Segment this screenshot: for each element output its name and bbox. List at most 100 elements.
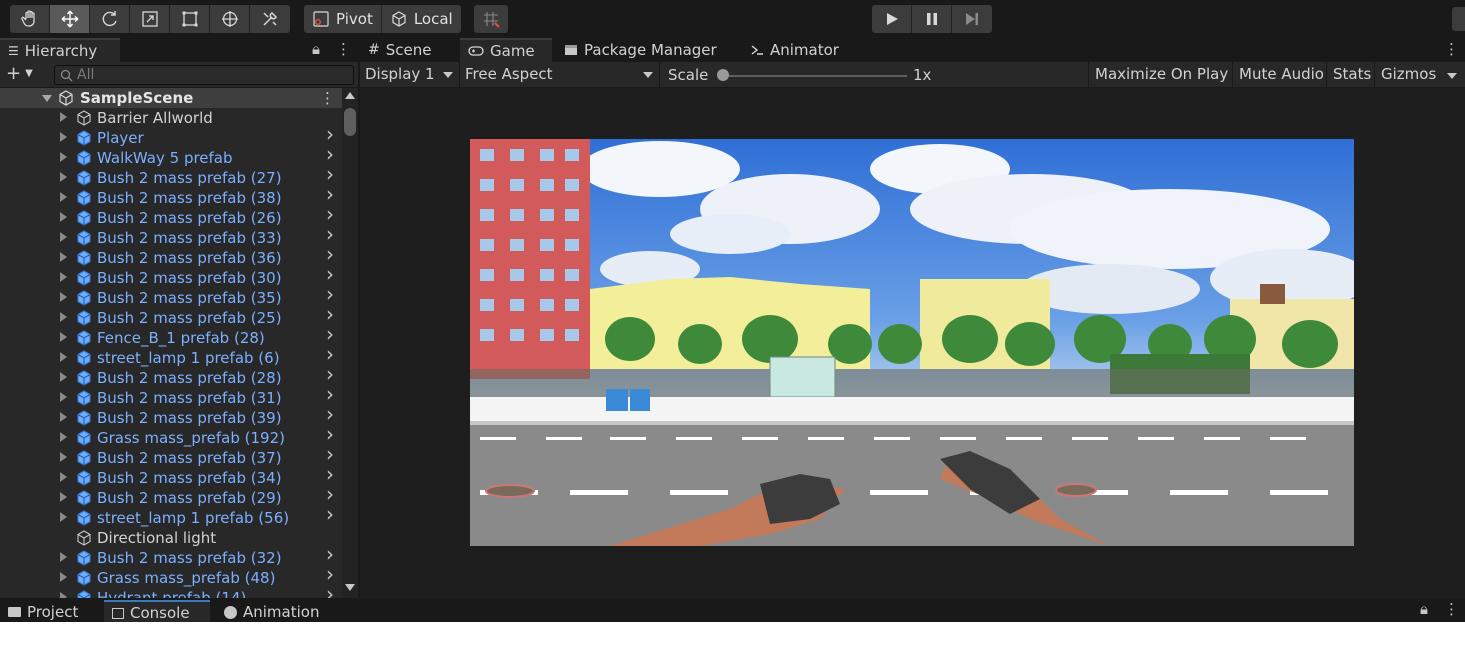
scale-tool-button[interactable] <box>130 5 170 33</box>
hierarchy-row[interactable]: Bush 2 mass prefab (33) › <box>0 224 342 248</box>
expand-arrow-icon[interactable] <box>60 292 67 302</box>
expand-arrow-icon[interactable] <box>60 352 67 362</box>
scale-slider-track[interactable] <box>722 75 907 77</box>
scene-root-row[interactable]: SampleScene ⋮ <box>0 88 342 108</box>
expand-arrow-icon[interactable] <box>60 572 67 582</box>
step-button[interactable] <box>952 5 992 33</box>
expand-arrow-icon[interactable] <box>42 95 52 102</box>
stats-toggle[interactable]: Stats <box>1326 62 1377 88</box>
game-viewport[interactable] <box>360 88 1465 598</box>
expand-arrow-icon[interactable] <box>60 452 67 462</box>
chevron-right-icon[interactable]: › <box>326 324 334 344</box>
hierarchy-row[interactable]: Grass mass_prefab (192) › <box>0 424 342 448</box>
chevron-right-icon[interactable]: › <box>326 184 334 204</box>
hierarchy-row[interactable]: Bush 2 mass prefab (35) › <box>0 284 342 308</box>
chevron-right-icon[interactable]: › <box>326 544 334 564</box>
tab-animation[interactable]: Animation <box>216 600 327 622</box>
hierarchy-row[interactable]: Bush 2 mass prefab (28) › <box>0 364 342 388</box>
expand-arrow-icon[interactable] <box>60 472 67 482</box>
move-tool-button[interactable] <box>50 5 90 33</box>
chevron-right-icon[interactable]: › <box>326 144 334 164</box>
pause-button[interactable] <box>912 5 952 33</box>
tab-hierarchy[interactable]: ☰ Hierarchy <box>0 38 120 62</box>
chevron-right-icon[interactable]: › <box>326 344 334 364</box>
expand-arrow-icon[interactable] <box>60 212 67 222</box>
rect-tool-button[interactable] <box>170 5 210 33</box>
expand-arrow-icon[interactable] <box>60 412 67 422</box>
hierarchy-row[interactable]: Bush 2 mass prefab (36) › <box>0 244 342 268</box>
hierarchy-row[interactable]: Bush 2 mass prefab (29) › <box>0 484 342 508</box>
hierarchy-row[interactable]: Fence_B_1 prefab (28) › <box>0 324 342 348</box>
chevron-right-icon[interactable]: › <box>326 384 334 404</box>
expand-arrow-icon[interactable] <box>60 332 67 342</box>
tab-console[interactable]: Console <box>104 600 210 622</box>
chevron-right-icon[interactable]: › <box>326 484 334 504</box>
chevron-right-icon[interactable]: › <box>326 464 334 484</box>
aspect-dropdown[interactable]: Free Aspect <box>460 62 660 88</box>
hierarchy-row[interactable]: WalkWay 5 prefab › <box>0 144 342 168</box>
mute-audio-toggle[interactable]: Mute Audio <box>1232 62 1330 88</box>
lock-icon[interactable]: 🔒︎ <box>1420 600 1428 618</box>
play-button[interactable] <box>872 5 912 33</box>
hierarchy-row[interactable]: Bush 2 mass prefab (37) › <box>0 444 342 468</box>
chevron-right-icon[interactable]: › <box>326 584 334 598</box>
hierarchy-row[interactable]: Bush 2 mass prefab (32) › <box>0 544 342 568</box>
hierarchy-row[interactable]: Bush 2 mass prefab (31) › <box>0 384 342 408</box>
custom-tool-button[interactable] <box>250 5 290 33</box>
hierarchy-row[interactable]: Directional light <box>0 528 342 548</box>
scroll-down-arrow-icon[interactable] <box>345 584 355 591</box>
chevron-right-icon[interactable]: › <box>326 244 334 264</box>
hierarchy-row[interactable]: street_lamp 1 prefab (56) › <box>0 504 342 528</box>
hierarchy-row[interactable]: Bush 2 mass prefab (30) › <box>0 264 342 288</box>
chevron-down-icon[interactable] <box>1447 73 1457 79</box>
hierarchy-row[interactable]: street_lamp 1 prefab (6) › <box>0 344 342 368</box>
rotate-tool-button[interactable] <box>90 5 130 33</box>
hierarchy-search-input[interactable]: All <box>54 65 354 85</box>
hierarchy-row[interactable]: Bush 2 mass prefab (39) › <box>0 404 342 428</box>
kebab-menu-icon[interactable]: ⋮ <box>1444 600 1459 618</box>
scale-slider-knob[interactable] <box>717 69 729 81</box>
chevron-right-icon[interactable]: › <box>326 264 334 284</box>
lock-icon[interactable]: 🔒︎ <box>312 40 320 58</box>
chevron-right-icon[interactable]: › <box>326 564 334 584</box>
chevron-right-icon[interactable]: › <box>326 124 334 144</box>
hierarchy-row[interactable]: Bush 2 mass prefab (38) › <box>0 184 342 208</box>
scroll-up-arrow-icon[interactable] <box>345 92 355 99</box>
hierarchy-row[interactable]: Bush 2 mass prefab (26) › <box>0 204 342 228</box>
expand-arrow-icon[interactable] <box>60 232 67 242</box>
transform-tool-button[interactable] <box>210 5 250 33</box>
tab-game[interactable]: Game <box>460 38 552 62</box>
hierarchy-row[interactable]: Grass mass_prefab (48) › <box>0 564 342 588</box>
expand-arrow-icon[interactable] <box>60 432 67 442</box>
grid-snapping-button[interactable] <box>474 5 508 33</box>
create-dropdown-button[interactable]: + ▼ <box>6 64 33 84</box>
chevron-right-icon[interactable]: › <box>326 364 334 384</box>
expand-arrow-icon[interactable] <box>60 112 67 122</box>
chevron-right-icon[interactable]: › <box>326 444 334 464</box>
tab-project[interactable]: Project <box>0 600 86 622</box>
hierarchy-row[interactable]: Bush 2 mass prefab (34) › <box>0 464 342 488</box>
layers-dropdown-stub[interactable] <box>1452 7 1465 31</box>
hierarchy-row[interactable]: Bush 2 mass prefab (25) › <box>0 304 342 328</box>
scrollbar-thumb[interactable] <box>344 108 356 136</box>
hierarchy-row[interactable]: Bush 2 mass prefab (27) › <box>0 164 342 188</box>
display-dropdown[interactable]: Display 1 <box>360 62 460 88</box>
expand-arrow-icon[interactable] <box>60 492 67 502</box>
tab-package-manager[interactable]: Package Manager <box>556 38 725 62</box>
chevron-right-icon[interactable]: › <box>326 284 334 304</box>
hand-tool-button[interactable] <box>10 5 50 33</box>
chevron-right-icon[interactable]: › <box>326 164 334 184</box>
expand-arrow-icon[interactable] <box>60 552 67 562</box>
expand-arrow-icon[interactable] <box>60 372 67 382</box>
expand-arrow-icon[interactable] <box>60 192 67 202</box>
scene-kebab-icon[interactable]: ⋮ <box>320 88 335 108</box>
chevron-right-icon[interactable]: › <box>326 424 334 444</box>
expand-arrow-icon[interactable] <box>60 272 67 282</box>
expand-arrow-icon[interactable] <box>60 132 67 142</box>
tab-animator[interactable]: Animator <box>742 38 847 62</box>
hierarchy-scrollbar[interactable] <box>342 88 358 598</box>
expand-arrow-icon[interactable] <box>60 312 67 322</box>
game-kebab-icon[interactable]: ⋮ <box>1444 40 1459 58</box>
hierarchy-row[interactable]: Hydrant prefab (14) › <box>0 584 342 598</box>
chevron-right-icon[interactable]: › <box>326 504 334 524</box>
